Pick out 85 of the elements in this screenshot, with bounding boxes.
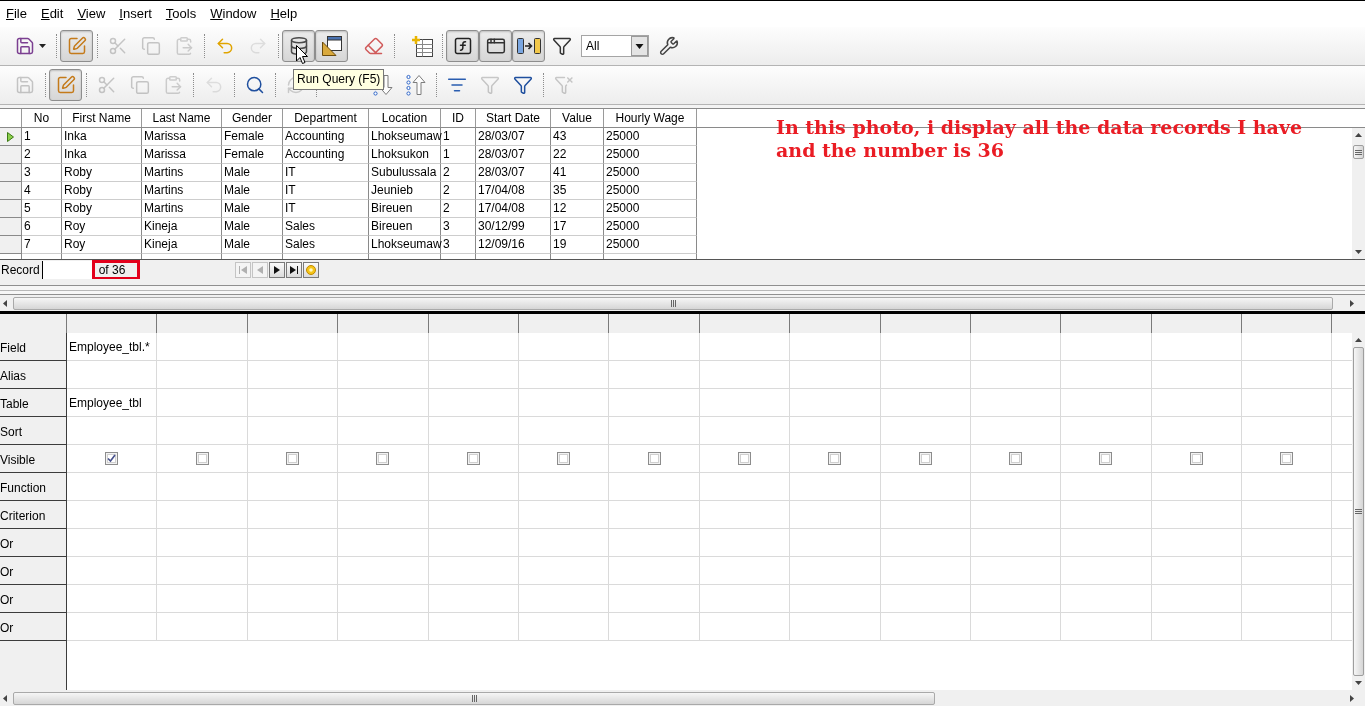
table-cell: Martins — [142, 200, 222, 218]
table-cell: Female — [222, 146, 283, 164]
table-cell: Roby — [62, 182, 142, 200]
table-cell: 1 — [22, 128, 62, 146]
table-cell: Inka — [62, 128, 142, 146]
table-cell: Sales — [283, 236, 369, 254]
table-cell: 1 — [441, 146, 476, 164]
table-cell: 12 — [551, 200, 604, 218]
table-cell: 4 — [22, 182, 62, 200]
table-cell: 25000 — [604, 146, 697, 164]
table-cell: Subulussala — [369, 164, 441, 182]
row-label: Or — [0, 585, 67, 613]
table-cell: 17/04/08 — [476, 200, 551, 218]
table-cell: 2 — [441, 200, 476, 218]
table-cell: 22 — [551, 146, 604, 164]
table-cell: 12/09/16 — [476, 236, 551, 254]
table-cell: Male — [222, 218, 283, 236]
table-cell: 6 — [22, 218, 62, 236]
table-cell: Roby — [62, 164, 142, 182]
annotation-text: In this photo, i display all the data records I have and the number is 36 — [776, 116, 1304, 162]
table-cell: 25000 — [604, 182, 697, 200]
table-cell: 7 — [22, 236, 62, 254]
row-label: Or — [0, 613, 67, 641]
table-cell: Female — [222, 128, 283, 146]
row-label: Or — [0, 557, 67, 585]
table-cell: 25000 — [604, 200, 697, 218]
tooltip: Run Query (F5) — [293, 69, 385, 90]
table-cell: 43 — [551, 128, 604, 146]
table-cell: 30/12/99 — [476, 218, 551, 236]
table-cell: Male — [222, 200, 283, 218]
table-cell: 25000 — [604, 236, 697, 254]
table-cell: 25000 — [604, 218, 697, 236]
table-cell: Sales — [283, 218, 369, 236]
table-cell: Lhokseumaw — [369, 236, 441, 254]
table-cell: Roby — [62, 200, 142, 218]
row-label: Table — [0, 389, 67, 417]
table-cell: Marissa — [142, 146, 222, 164]
table-cell: 25000 — [604, 128, 697, 146]
table-cell: Martins — [142, 164, 222, 182]
table-cell: Inka — [62, 146, 142, 164]
table-cell: IT — [283, 164, 369, 182]
table-cell: Roy — [62, 218, 142, 236]
row-label: Criterion — [0, 501, 67, 529]
table-cell: 3 — [22, 164, 62, 182]
record-label: Record — [0, 261, 41, 278]
row-label: Field — [0, 333, 67, 361]
table-cell: 17/04/08 — [476, 182, 551, 200]
table-cell: 2 — [441, 182, 476, 200]
table-cell: Kineja — [142, 236, 222, 254]
table-cell: Male — [222, 236, 283, 254]
row-label: Alias — [0, 361, 67, 389]
table-cell: Lhokseumaw — [369, 128, 441, 146]
table-cell: Marissa — [142, 128, 222, 146]
table-cell: 2 — [441, 164, 476, 182]
table-cell: 28/03/07 — [476, 128, 551, 146]
table-cell: Accounting — [283, 128, 369, 146]
table-cell: 41 — [551, 164, 604, 182]
table-cell: Martins — [142, 182, 222, 200]
table-cell: 25000 — [604, 164, 697, 182]
table-cell: Kineja — [142, 218, 222, 236]
table-cell: 28/03/07 — [476, 146, 551, 164]
table-cell: Bireuen — [369, 218, 441, 236]
table-cell: Roy — [62, 236, 142, 254]
table-cell: Male — [222, 182, 283, 200]
table-cell: Male — [222, 164, 283, 182]
table-cell: 17 — [551, 218, 604, 236]
table-cell: Lhoksukon — [369, 146, 441, 164]
table-cell: 2 — [22, 146, 62, 164]
table-cell: 19 — [551, 236, 604, 254]
table-cell: 5 — [22, 200, 62, 218]
table-cell: IT — [283, 182, 369, 200]
row-label: Function — [0, 473, 67, 501]
table-cell: 3 — [441, 218, 476, 236]
table-cell: Jeunieb — [369, 182, 441, 200]
table-cell: 35 — [551, 182, 604, 200]
table-cell: IT — [283, 200, 369, 218]
row-label: Or — [0, 529, 67, 557]
row-label: Visible — [0, 445, 67, 473]
table-cell: 1 — [441, 128, 476, 146]
row-label: Sort — [0, 417, 67, 445]
table-cell: 28/03/07 — [476, 164, 551, 182]
record-count: of 36 — [98, 262, 126, 277]
table-cell: Accounting — [283, 146, 369, 164]
table-cell: Bireuen — [369, 200, 441, 218]
table-cell: 3 — [441, 236, 476, 254]
